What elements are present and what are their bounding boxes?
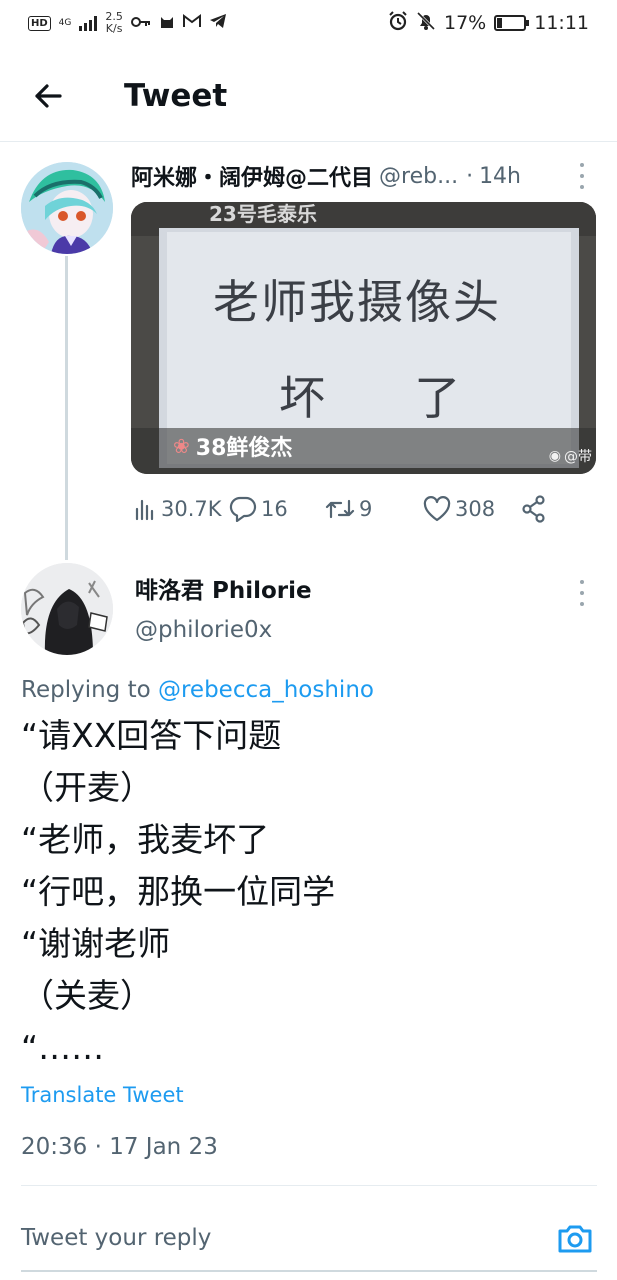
alarm-icon	[388, 10, 408, 36]
watermark-text: @带	[564, 449, 592, 465]
arrow-left-icon	[35, 84, 62, 108]
heart-icon	[423, 496, 451, 522]
replying-to: Replying to @rebecca_hoshino	[21, 674, 374, 706]
reply-input[interactable]: Tweet your reply	[21, 1222, 211, 1254]
parent-tweet-header: 阿米娜・阔伊姆@二代目 @reb... · 14h	[131, 160, 601, 192]
media-card-line2: 坏 了	[279, 371, 481, 425]
media-bottom-label: ❀ 38鲜俊杰	[173, 430, 292, 462]
translate-tweet-link[interactable]: Translate Tweet	[21, 1080, 184, 1110]
media-label-text: 38鲜俊杰	[195, 436, 293, 461]
avatar[interactable]	[21, 563, 113, 655]
avatar[interactable]	[21, 162, 113, 254]
author-handle[interactable]: @philorie0x	[135, 614, 272, 646]
speed-unit: K/s	[105, 22, 123, 35]
share-button[interactable]	[521, 490, 547, 528]
status-bar: HD 4G 2.5 K/s 17% 11:11	[0, 0, 617, 46]
battery-percent: 17%	[444, 12, 487, 34]
share-icon	[522, 495, 545, 523]
gmail-icon	[182, 14, 201, 32]
battery-icon	[494, 15, 530, 31]
tweet-line: “老师，我麦坏了	[21, 820, 270, 859]
more-options-icon[interactable]	[572, 580, 592, 606]
reply-count: 16	[261, 497, 288, 521]
views-count: 30.7K	[161, 497, 222, 521]
mute-icon	[416, 11, 436, 36]
telegram-icon	[209, 13, 227, 33]
network-speed: 2.5 K/s	[105, 11, 123, 35]
weibo-icon: ◉	[548, 448, 561, 464]
like-button[interactable]: 308	[423, 490, 495, 528]
thread-connector	[65, 256, 68, 560]
author-name[interactable]: 啡洛君 Philorie	[135, 575, 312, 607]
tweet-timestamp[interactable]: 20:36 · 17 Jan 23	[21, 1131, 218, 1163]
like-count: 308	[455, 497, 496, 521]
reply-button[interactable]: 16	[229, 490, 288, 528]
media-top-text: 23号毛泰乐	[209, 202, 317, 226]
cat-icon	[159, 13, 175, 33]
retweet-icon	[325, 499, 355, 519]
more-options-icon[interactable]	[572, 163, 592, 189]
reply-icon	[229, 496, 257, 522]
back-button[interactable]	[28, 76, 68, 116]
tweet-line: “请XX回答下问题	[21, 716, 282, 755]
network-type: 4G	[58, 18, 72, 28]
retweet-count: 9	[359, 497, 373, 521]
key-icon	[130, 14, 151, 32]
clock: 11:11	[534, 12, 589, 34]
replying-to-link[interactable]: @rebecca_hoshino	[158, 677, 374, 703]
media-watermark: ◉ @带	[549, 446, 592, 466]
tweet-line: “谢谢老师	[21, 924, 171, 963]
tweet-line: “行吧，那换一位同学	[21, 872, 336, 911]
tweet-actions: 30.7K 16 9 308	[131, 490, 601, 528]
page-title: Tweet	[124, 78, 228, 114]
tweet-media-image[interactable]: 23号毛泰乐 老师我摄像头 坏 了 ❀ 38鲜俊杰 ◉ @带	[131, 202, 596, 474]
replying-prefix: Replying to	[21, 677, 151, 703]
views-stat[interactable]: 30.7K	[133, 490, 222, 528]
tweet-time: 14h	[479, 163, 521, 189]
views-icon	[135, 499, 154, 521]
tweet-body: “请XX回答下问题 （开麦） “老师，我麦坏了 “行吧，那换一位同学 “谢谢老师…	[21, 710, 596, 1074]
media-card-line1: 老师我摄像头	[213, 275, 501, 329]
camera-icon	[558, 1225, 592, 1253]
signal-icon	[79, 15, 98, 31]
camera-button[interactable]	[556, 1219, 594, 1257]
flower-icon: ❀	[173, 434, 190, 458]
separator-dot: ·	[466, 163, 474, 189]
tweet-line: （开麦）	[21, 768, 153, 807]
top-bar: Tweet	[0, 50, 617, 142]
reply-box-underline	[21, 1270, 597, 1272]
network-badge: HD	[28, 15, 51, 31]
tweet-line: （关麦）	[21, 976, 153, 1015]
author-handle[interactable]: @reb...	[379, 164, 458, 189]
divider	[21, 1185, 597, 1186]
author-name[interactable]: 阿米娜・阔伊姆@二代目	[131, 160, 373, 192]
tweet-line: “……	[21, 1028, 105, 1067]
retweet-button[interactable]: 9	[325, 490, 372, 528]
